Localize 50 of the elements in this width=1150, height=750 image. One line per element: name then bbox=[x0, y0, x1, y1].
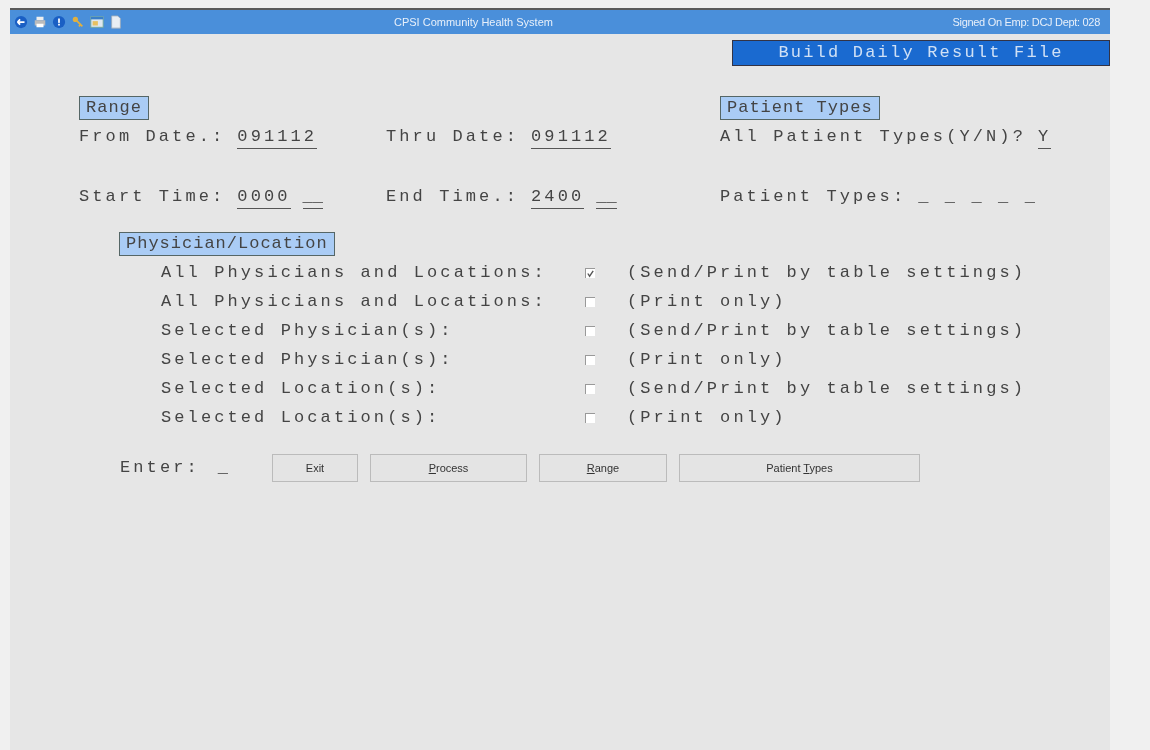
option-description: (Print only) bbox=[627, 349, 788, 371]
option-description: (Print only) bbox=[627, 291, 788, 313]
option-label: Selected Location(s): bbox=[161, 378, 442, 400]
input-field[interactable]: __ bbox=[596, 186, 617, 209]
checkbox[interactable] bbox=[585, 268, 595, 278]
input-field[interactable]: _ _ _ _ _ bbox=[918, 186, 1038, 208]
option-label: Selected Physician(s): bbox=[161, 320, 455, 342]
option-label: All Physicians and Locations: bbox=[161, 262, 548, 284]
info-icon[interactable] bbox=[52, 15, 66, 29]
section-heading: Physician/Location bbox=[119, 232, 335, 256]
option-description: (Print only) bbox=[627, 407, 788, 429]
field-label: From Date.: bbox=[79, 126, 226, 148]
screen-title: Build Daily Result File bbox=[732, 40, 1110, 66]
input-field[interactable]: 2400 bbox=[531, 186, 585, 209]
input-field[interactable]: __ bbox=[302, 186, 323, 209]
signed-on-user: Signed On Emp: DCJ Dept: 028 bbox=[952, 16, 1100, 28]
input-field[interactable]: _ bbox=[217, 457, 232, 479]
field-label: End Time.: bbox=[386, 186, 520, 208]
window-title: CPSI Community Health System bbox=[394, 16, 554, 28]
back-arrow-icon[interactable] bbox=[14, 15, 28, 29]
field-label: All Patient Types(Y/N)? bbox=[720, 126, 1026, 148]
checkbox[interactable] bbox=[585, 326, 595, 336]
checkbox[interactable] bbox=[585, 384, 595, 394]
input-field[interactable]: 0000 bbox=[237, 186, 291, 209]
option-description: (Send/Print by table settings) bbox=[627, 262, 1028, 284]
checkbox[interactable] bbox=[585, 355, 595, 365]
printer-icon[interactable] bbox=[33, 15, 47, 29]
checkbox[interactable] bbox=[585, 413, 595, 423]
input-field[interactable]: 091112 bbox=[531, 126, 611, 149]
field-label: Patient Types: bbox=[720, 186, 907, 208]
process-button[interactable]: Process bbox=[370, 454, 527, 482]
field-label: Thru Date: bbox=[386, 126, 520, 148]
option-label: Selected Physician(s): bbox=[161, 349, 455, 371]
keys-icon[interactable] bbox=[71, 15, 85, 29]
field-label: Start Time: bbox=[79, 186, 226, 208]
field-label: Enter: bbox=[120, 457, 200, 479]
option-label: Selected Location(s): bbox=[161, 407, 442, 429]
document-icon[interactable] bbox=[109, 15, 123, 29]
exit-button[interactable]: Exit bbox=[272, 454, 358, 482]
range-button[interactable]: Range bbox=[539, 454, 667, 482]
section-heading: Range bbox=[79, 96, 149, 120]
checkbox[interactable] bbox=[585, 297, 595, 307]
input-field[interactable]: 091112 bbox=[237, 126, 318, 149]
section-heading: Patient Types bbox=[720, 96, 880, 120]
patient-types-button[interactable]: Patient Types bbox=[679, 454, 920, 482]
input-field[interactable]: Y bbox=[1037, 126, 1052, 149]
option-description: (Send/Print by table settings) bbox=[627, 320, 1028, 342]
option-label: All Physicians and Locations: bbox=[161, 291, 548, 313]
window-icon[interactable] bbox=[90, 15, 104, 29]
option-description: (Send/Print by table settings) bbox=[627, 378, 1028, 400]
